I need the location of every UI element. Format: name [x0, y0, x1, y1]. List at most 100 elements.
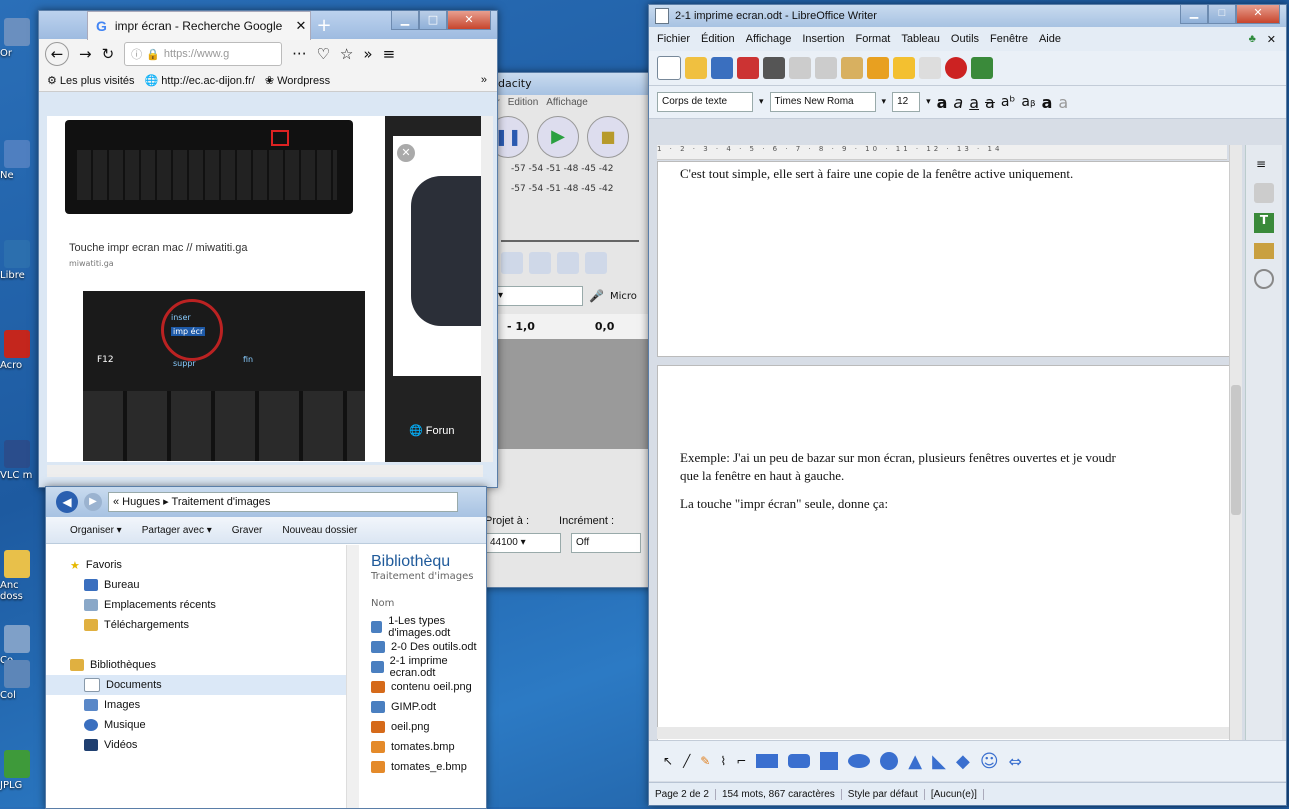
silence-icon[interactable]: [585, 252, 607, 274]
font-name-select[interactable]: Times New Roma: [769, 92, 876, 112]
track-area[interactable]: [477, 339, 663, 449]
menu-item[interactable]: Affichage: [746, 33, 792, 45]
menu-item[interactable]: Fenêtre: [990, 33, 1028, 45]
browser-tab[interactable]: G impr écran - Recherche Google ✕: [87, 10, 311, 40]
save-icon[interactable]: [711, 57, 733, 79]
keyboard-image[interactable]: [65, 120, 353, 214]
rounded-rectangle-icon[interactable]: [788, 754, 811, 768]
new-document-icon[interactable]: [657, 56, 681, 80]
audacity-menu-item[interactable]: Edition: [508, 97, 539, 108]
forward-button[interactable]: ▶: [84, 493, 102, 511]
bookmark-item[interactable]: ❀ Wordpress: [265, 74, 330, 87]
menu-icon[interactable]: ≡: [383, 45, 396, 63]
desktop-icon[interactable]: Anc doss: [0, 550, 44, 602]
audacity-window[interactable]: udacity nier Edition Affichage ❚❚ ▶ ■ -5…: [476, 72, 664, 588]
overflow-icon[interactable]: »: [363, 45, 372, 63]
column-header-name[interactable]: Nom: [371, 598, 486, 609]
size-dropdown-icon[interactable]: ▾: [926, 97, 931, 107]
horizontal-scrollbar[interactable]: [47, 465, 483, 477]
project-rate-select[interactable]: 44100 ▾: [485, 533, 561, 553]
file-item[interactable]: contenu oeil.png: [371, 677, 486, 697]
find-icon[interactable]: [945, 57, 967, 79]
file-item[interactable]: 2-0 Des outils.odt: [371, 637, 486, 657]
superscript-icon[interactable]: aᵇ: [1001, 94, 1016, 110]
properties-icon[interactable]: [1254, 183, 1274, 203]
file-item[interactable]: GIMP.odt: [371, 697, 486, 717]
pencil-icon[interactable]: ✎: [700, 754, 710, 768]
page-count[interactable]: Page 2 de 2: [649, 788, 716, 800]
style-dropdown-icon[interactable]: ▾: [759, 97, 764, 107]
bookmarks-overflow-icon[interactable]: »: [481, 74, 487, 86]
outline-icon[interactable]: a: [1058, 93, 1068, 112]
font-size-select[interactable]: 12: [892, 92, 921, 112]
trim-icon[interactable]: [557, 252, 579, 274]
explorer-window[interactable]: ◀ ▶ « Hugues ▸ Traitement d'images Organ…: [45, 486, 487, 809]
paste-icon[interactable]: [529, 252, 551, 274]
burn-button[interactable]: Graver: [232, 525, 263, 536]
page-2[interactable]: Exemple: J'ai un peu de bazar sur mon éc…: [657, 365, 1231, 742]
favorites-label[interactable]: Favoris: [86, 559, 122, 571]
close-document-icon[interactable]: ✕: [1267, 33, 1276, 46]
address-bar[interactable]: « Hugues ▸ Traitement d'images: [108, 492, 458, 512]
diamond-icon[interactable]: ◆: [956, 751, 970, 772]
back-button[interactable]: ←: [45, 42, 69, 66]
info-icon[interactable]: ⓘ: [131, 46, 142, 62]
mouse-image[interactable]: ✕: [393, 136, 483, 376]
organize-button[interactable]: Organiser ▾: [70, 525, 122, 536]
bold-icon[interactable]: a: [937, 93, 948, 112]
subscript-icon[interactable]: aᵦ: [1021, 94, 1035, 110]
spellcheck-icon[interactable]: [971, 57, 993, 79]
keyboard-photo[interactable]: inser imp écr suppr F12 fin: [83, 291, 365, 461]
desktop-icon[interactable]: Col: [0, 660, 44, 701]
menu-item[interactable]: Fichier: [657, 33, 690, 45]
triangle-icon[interactable]: ▲: [908, 751, 922, 772]
gallery-icon[interactable]: [1254, 243, 1274, 259]
sidebar-item-documents[interactable]: Documents: [46, 675, 346, 695]
close-button[interactable]: ✕: [447, 11, 491, 30]
menu-item[interactable]: Outils: [951, 33, 979, 45]
export-pdf-icon[interactable]: [737, 57, 759, 79]
file-item[interactable]: tomates_e.bmp: [371, 757, 486, 777]
sidebar-item-videos[interactable]: Vidéos: [46, 735, 346, 755]
clone-formatting-icon[interactable]: [867, 57, 889, 79]
sidebar-scrollbar[interactable]: [346, 545, 359, 808]
sidebar-item-music[interactable]: Musique: [46, 715, 346, 735]
update-icon[interactable]: ♣: [1249, 33, 1256, 45]
select-icon[interactable]: ↖: [663, 754, 673, 768]
rectangle-icon[interactable]: [756, 754, 779, 768]
navigator-icon[interactable]: [1254, 269, 1274, 289]
sidebar-item-desktop[interactable]: Bureau: [46, 575, 346, 595]
font-dropdown-icon[interactable]: ▾: [882, 97, 887, 107]
desktop-icon[interactable]: JPLG: [0, 750, 44, 791]
cut-icon[interactable]: [789, 57, 811, 79]
close-button[interactable]: ✕: [1236, 5, 1280, 24]
reload-button[interactable]: ↻: [102, 45, 115, 63]
play-button[interactable]: ▶: [537, 116, 579, 158]
language[interactable]: [Aucun(e)]: [925, 788, 984, 800]
result-caption[interactable]: Touche impr ecran mac // miwatiti.ga: [69, 242, 248, 254]
bookmark-item[interactable]: ⚙ Les plus visités: [47, 74, 135, 87]
close-icon[interactable]: ✕: [397, 144, 415, 162]
page-style[interactable]: Style par défaut: [842, 788, 925, 800]
sidebar-item-images[interactable]: Images: [46, 695, 346, 715]
file-item[interactable]: 1-Les types d'images.odt: [371, 615, 486, 639]
curve-icon[interactable]: ⌇: [720, 754, 726, 768]
menu-item[interactable]: Format: [856, 33, 891, 45]
shadow-icon[interactable]: a: [1042, 93, 1053, 112]
italic-icon[interactable]: a: [953, 93, 963, 112]
ellipse-icon[interactable]: [848, 754, 871, 768]
page-actions-icon[interactable]: ···: [292, 45, 306, 63]
minimize-button[interactable]: ▁: [391, 11, 419, 30]
undo-icon[interactable]: [893, 57, 915, 79]
vertical-scrollbar[interactable]: [481, 116, 493, 462]
libraries-label[interactable]: Bibliothèques: [46, 655, 346, 675]
paste-icon[interactable]: [841, 57, 863, 79]
back-button[interactable]: ◀: [56, 491, 78, 513]
page-1[interactable]: C'est tout simple, elle sert à faire une…: [657, 161, 1231, 357]
file-item[interactable]: tomates.bmp: [371, 737, 486, 757]
file-item[interactable]: 2-1 imprime ecran.odt: [371, 655, 486, 679]
square-icon[interactable]: [820, 752, 839, 770]
circle-icon[interactable]: [880, 752, 899, 770]
pocket-icon[interactable]: ♡: [316, 45, 329, 63]
copy-icon[interactable]: [501, 252, 523, 274]
